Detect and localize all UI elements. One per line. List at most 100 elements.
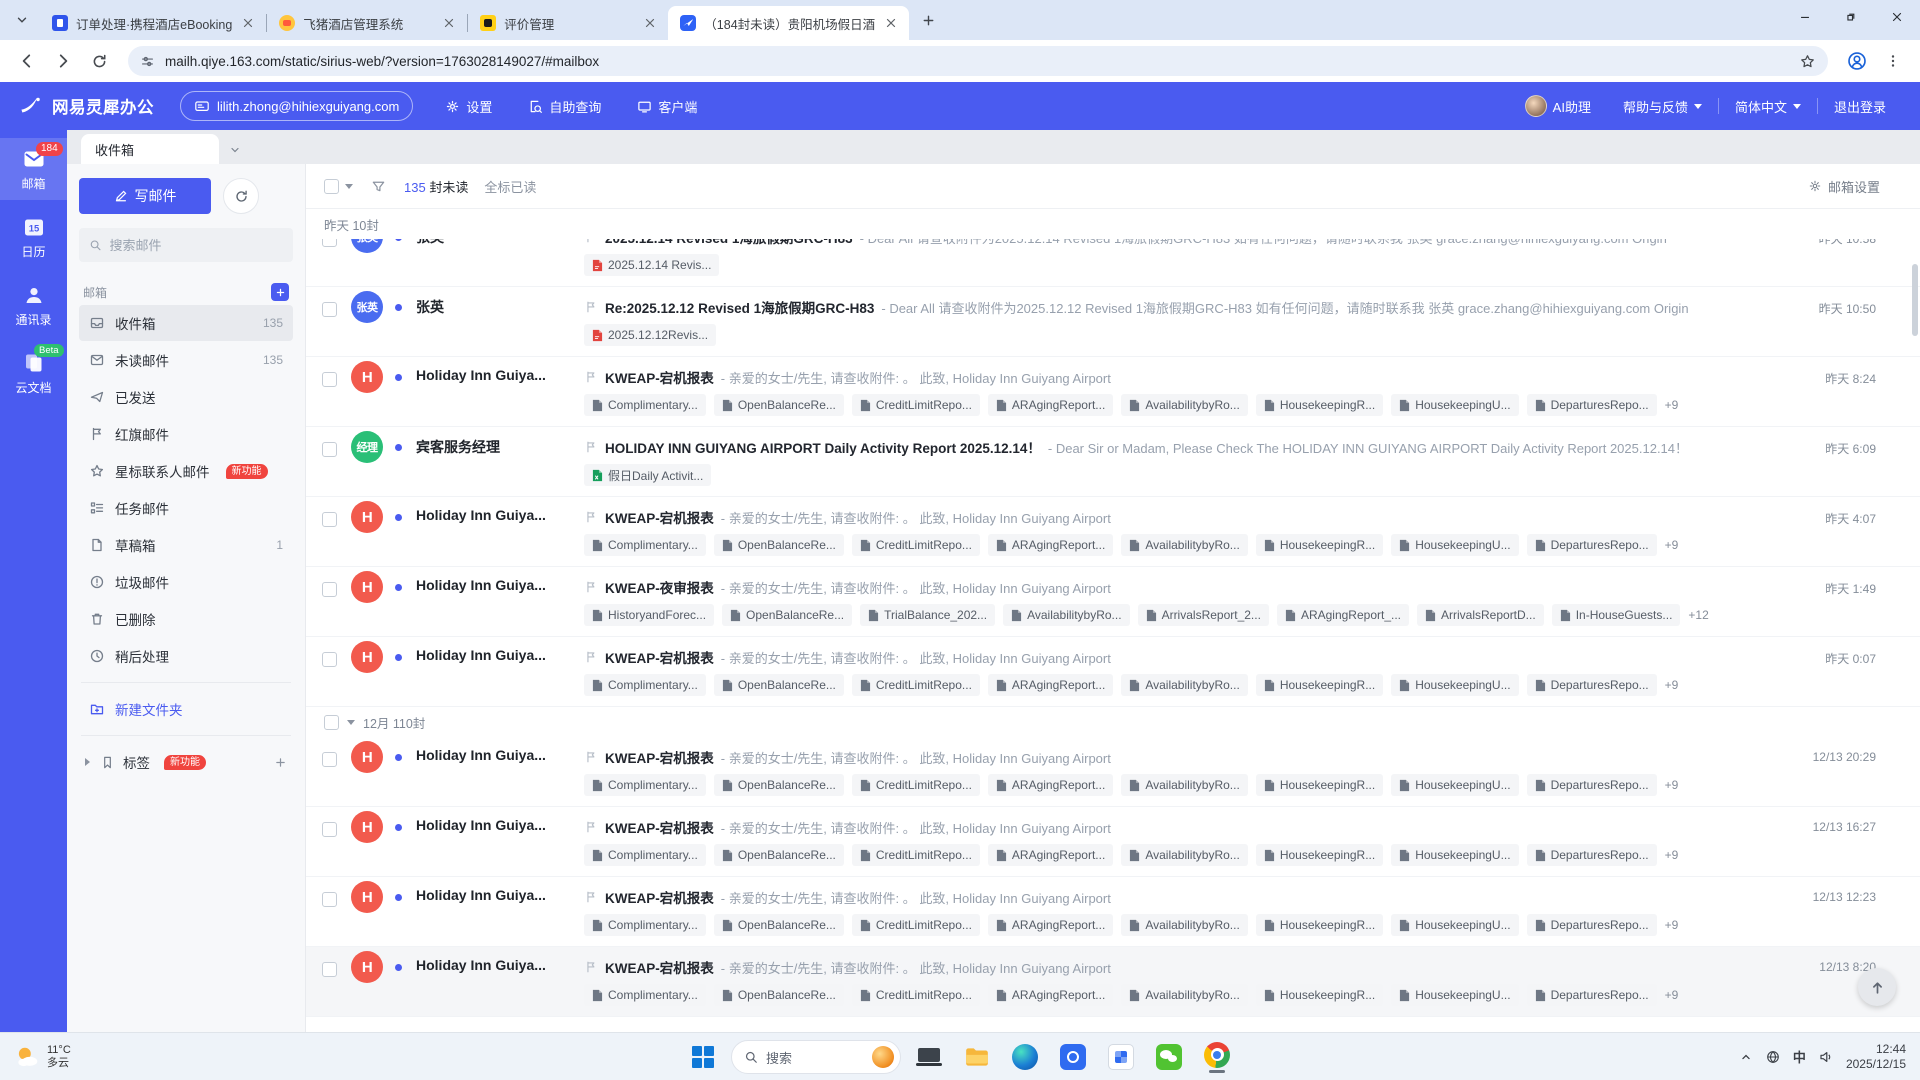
row-checkbox[interactable] xyxy=(322,752,337,767)
attachment-chip[interactable]: 2025.12.12Revis... xyxy=(584,324,717,346)
attachment-chip[interactable]: CreditLimitRepo... xyxy=(851,394,980,416)
sidebar-item-11[interactable]: 新建文件夹 xyxy=(79,691,293,727)
refresh-button[interactable] xyxy=(223,178,259,214)
site-settings-icon[interactable] xyxy=(140,54,155,69)
row-checkbox[interactable] xyxy=(322,512,337,527)
attachment-chip[interactable]: OpenBalanceRe... xyxy=(713,674,844,696)
group-header[interactable]: 昨天 10封 xyxy=(306,209,1920,239)
close-window-button[interactable] xyxy=(1874,0,1920,34)
browser-tab-4[interactable]: （184封未读）贵阳机场假日酒 xyxy=(668,6,910,40)
attachment-chip[interactable]: DeparturesRepo... xyxy=(1526,394,1657,416)
row-checkbox[interactable] xyxy=(322,892,337,907)
attachment-chip[interactable]: AvailabilitybyRo... xyxy=(1121,534,1248,556)
tray-chevron-icon[interactable] xyxy=(1739,1050,1753,1064)
select-menu-caret-icon[interactable] xyxy=(345,184,353,193)
attachment-chip[interactable]: CreditLimitRepo... xyxy=(851,774,980,796)
attachment-chip[interactable]: AvailabilitybyRo... xyxy=(1121,394,1248,416)
attachment-chip[interactable]: OpenBalanceRe... xyxy=(713,534,844,556)
rail-item-contacts[interactable]: 通讯录 xyxy=(0,274,67,336)
attachment-chip[interactable]: DeparturesRepo... xyxy=(1526,984,1657,1006)
filter-icon[interactable] xyxy=(371,179,386,194)
attachment-chip[interactable]: HousekeepingR... xyxy=(1255,844,1384,866)
attachment-chip[interactable]: OpenBalanceRe... xyxy=(722,604,853,626)
attachment-chip[interactable]: HousekeepingU... xyxy=(1391,674,1519,696)
group-collapse-icon[interactable] xyxy=(347,719,355,729)
flag-icon[interactable] xyxy=(584,580,598,594)
attachment-chip[interactable]: ARAgingReport... xyxy=(987,674,1114,696)
back-to-top-button[interactable] xyxy=(1858,968,1896,1006)
row-checkbox[interactable] xyxy=(322,822,337,837)
attachment-chip[interactable]: ARAgingReport... xyxy=(987,984,1114,1006)
select-all-checkbox[interactable] xyxy=(324,178,339,194)
appbar-self-query[interactable]: 自助查询 xyxy=(510,93,619,119)
sidebar-item-7[interactable]: 草稿箱 1 xyxy=(79,527,293,563)
sidebar-item-3[interactable]: 已发送 xyxy=(79,379,293,415)
attachment-chip[interactable]: HousekeepingU... xyxy=(1391,774,1519,796)
attachment-chip[interactable]: OpenBalanceRe... xyxy=(713,914,844,936)
scrollbar-thumb[interactable] xyxy=(1912,264,1918,336)
sidebar-item-6[interactable]: 任务邮件 xyxy=(79,490,293,526)
attachment-chip[interactable]: HousekeepingU... xyxy=(1391,844,1519,866)
tab-search-icon[interactable] xyxy=(8,6,36,34)
mail-row[interactable]: H Holiday Inn Guiya... KWEAP-宕机报表 - 亲爱的女士/… xyxy=(306,807,1920,877)
appbar-logout[interactable]: 退出登录 xyxy=(1816,98,1902,115)
attachment-chip[interactable]: DeparturesRepo... xyxy=(1526,774,1657,796)
tab-close-icon[interactable] xyxy=(240,15,256,31)
mail-row[interactable]: 张英 张英 Re:2025.12.12 Revised 1海旅假期GRC-H83 -… xyxy=(306,287,1920,357)
attachment-chip[interactable]: DeparturesRepo... xyxy=(1526,914,1657,936)
expand-caret-icon[interactable] xyxy=(85,758,94,766)
mail-row[interactable]: 经理 宾客服务经理 HOLIDAY INN GUIYANG AIRPORT Dail… xyxy=(306,427,1920,497)
attachment-chip[interactable]: HousekeepingR... xyxy=(1255,914,1384,936)
minimize-button[interactable] xyxy=(1782,0,1828,34)
mail-row[interactable]: H Holiday Inn Guiya... KWEAP-宕机报表 - 亲爱的女士/… xyxy=(306,357,1920,427)
mail-search-box[interactable] xyxy=(79,228,293,262)
attachment-chip[interactable]: DeparturesRepo... xyxy=(1526,534,1657,556)
attachment-chip[interactable]: Complimentary... xyxy=(584,914,706,936)
attachment-chip[interactable]: HistoryandForec... xyxy=(584,604,715,626)
taskbar-wechat-icon[interactable] xyxy=(1149,1037,1189,1077)
attachment-chip[interactable]: CreditLimitRepo... xyxy=(851,674,980,696)
attachment-chip[interactable]: Complimentary... xyxy=(584,674,706,696)
flag-icon[interactable] xyxy=(584,960,598,974)
account-pill[interactable]: lilith.zhong@hihiexguiyang.com xyxy=(180,91,414,121)
attachment-chip[interactable]: AvailabilitybyRo... xyxy=(1121,914,1248,936)
attachment-chip[interactable]: HousekeepingR... xyxy=(1255,394,1384,416)
tab-close-icon[interactable] xyxy=(441,15,457,31)
sidebar-item-2[interactable]: 未读邮件 135 xyxy=(79,342,293,378)
attachment-chip[interactable]: Complimentary... xyxy=(584,394,706,416)
attachment-chip[interactable]: ArrivalsReport_2... xyxy=(1137,604,1269,626)
browser-tab-3[interactable]: 评价管理 xyxy=(468,6,668,40)
rail-item-mail[interactable]: 邮箱 184 xyxy=(0,138,67,200)
attachment-chip[interactable]: Complimentary... xyxy=(584,984,706,1006)
attachment-chip[interactable]: ARAgingReport... xyxy=(987,774,1114,796)
flag-icon[interactable] xyxy=(584,750,598,764)
tab-close-icon[interactable] xyxy=(883,15,899,31)
attachment-chip[interactable]: AvailabilitybyRo... xyxy=(1121,774,1248,796)
mail-row[interactable]: H Holiday Inn Guiya... KWEAP-宕机报表 - 亲爱的女士/… xyxy=(306,737,1920,807)
attachment-chip[interactable]: AvailabilitybyRo... xyxy=(1121,844,1248,866)
attachment-chip[interactable]: AvailabilitybyRo... xyxy=(1003,604,1130,626)
mail-row[interactable]: H Holiday Inn Guiya... KWEAP-宕机报表 - 亲爱的女士/… xyxy=(306,947,1920,1017)
row-checkbox[interactable] xyxy=(322,302,337,317)
reload-button[interactable] xyxy=(84,46,114,76)
attachment-chip[interactable]: Complimentary... xyxy=(584,844,706,866)
attachment-chip[interactable]: AvailabilitybyRo... xyxy=(1121,674,1248,696)
attachment-chip[interactable]: DeparturesRepo... xyxy=(1526,844,1657,866)
ime-indicator[interactable]: 中 xyxy=(1793,1047,1806,1066)
attachment-chip[interactable]: CreditLimitRepo... xyxy=(851,534,980,556)
taskbar-blue-app-icon[interactable] xyxy=(1053,1037,1093,1077)
attachment-chip[interactable]: OpenBalanceRe... xyxy=(713,394,844,416)
attachment-chip[interactable]: HousekeepingU... xyxy=(1391,914,1519,936)
appbar-help-feedback[interactable]: 帮助与反馈 xyxy=(1607,98,1718,115)
group-header[interactable]: 12月 110封 xyxy=(306,707,1920,737)
flag-icon[interactable] xyxy=(584,650,598,664)
tabbar-chevron-icon[interactable] xyxy=(229,144,241,156)
flag-icon[interactable] xyxy=(584,370,598,384)
taskbar-edge-icon[interactable] xyxy=(1005,1037,1045,1077)
attachment-chip[interactable]: 2025.12.14 Revis... xyxy=(584,254,720,276)
flag-icon[interactable] xyxy=(584,300,598,314)
url-bar[interactable]: mailh.qiye.163.com/static/sirius-web/?ve… xyxy=(128,46,1828,76)
attachment-chip[interactable]: Complimentary... xyxy=(584,774,706,796)
attachment-chip[interactable]: TrialBalance_202... xyxy=(860,604,996,626)
rail-item-calendar[interactable]: 15 日历 xyxy=(0,206,67,268)
